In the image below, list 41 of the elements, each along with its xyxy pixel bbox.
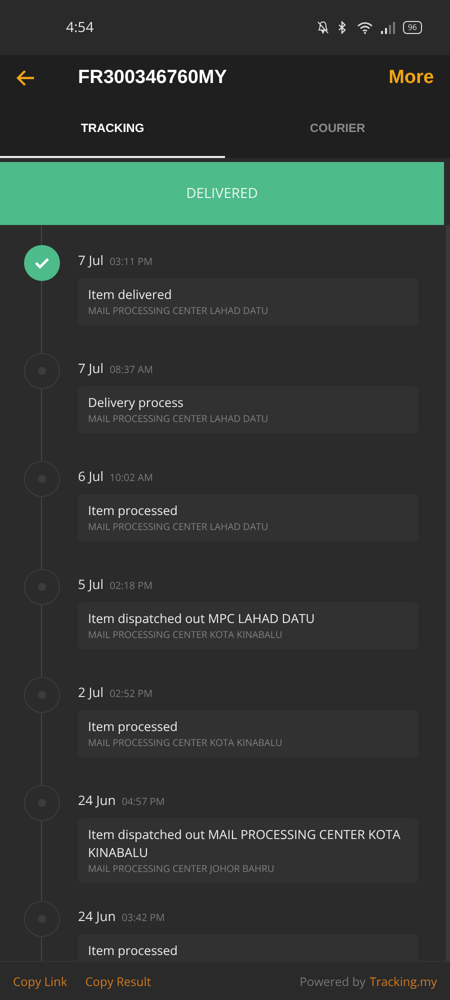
copy-link[interactable]: Copy Result [85,972,151,990]
event-location: MAIL PROCESSING CENTER LAHAD DATU [88,520,270,533]
event-title: Item processed [88,942,179,960]
event-time: 03:11 PM [110,254,153,268]
back-arrow-icon[interactable] [16,68,36,88]
tab[interactable]: COURIER [225,100,450,158]
event-date: 24 Jun [78,907,116,925]
event-title: Item dispatched out MAIL PROCESSING CENTER KOTA KINABALU [88,826,402,862]
event-time: 03:42 PM [122,910,165,924]
status-banner: DELIVERED [0,162,444,225]
event-location: MAIL PROCESSING CENTER KOTA KINABALU [88,736,284,749]
event-time: 02:52 PM [110,686,153,700]
event-location: MAIL PROCESSING CENTER LAHAD DATU [88,412,270,425]
event-time: 02:18 PM [110,578,153,592]
tab[interactable]: TRACKING [0,100,225,158]
powered-by-text: Powered by Tracking.my [300,972,437,990]
event-date: 2 Jul [78,683,104,701]
tracking-number: FR300346760MY [78,66,228,88]
event-date: 5 Jul [78,575,104,593]
wifi-icon [356,22,373,34]
event-title: Item processed [88,502,179,520]
event-title: Item dispatched out MPC LAHAD DATU [88,610,316,628]
event-location: MAIL PROCESSING CENTER KOTA KINABALU [88,628,284,641]
event-title: Delivery process [88,394,184,412]
event-time: 10:02 AM [110,470,153,484]
event-title: Item delivered [88,286,173,304]
event-date: 6 Jul [78,467,104,485]
clock: 4:54 [66,18,95,37]
event-date: 7 Jul [78,251,104,269]
battery-level: 96 [402,21,422,34]
event-time: 08:37 AM [110,362,153,376]
event-location: MAIL PROCESSING CENTER LAHAD DATU [88,304,270,317]
copy-link[interactable]: Copy Link [13,972,68,990]
more-button[interactable]: More [388,66,434,88]
event-time: 04:57 PM [122,794,165,808]
event-date: 7 Jul [78,359,104,377]
signal-icon [380,22,395,34]
event-location: MAIL PROCESSING CENTER JOHOR BAHRU [88,862,276,875]
event-title: Item processed [88,718,179,736]
event-date: 24 Jun [78,791,116,809]
bell-off-icon [316,21,329,34]
